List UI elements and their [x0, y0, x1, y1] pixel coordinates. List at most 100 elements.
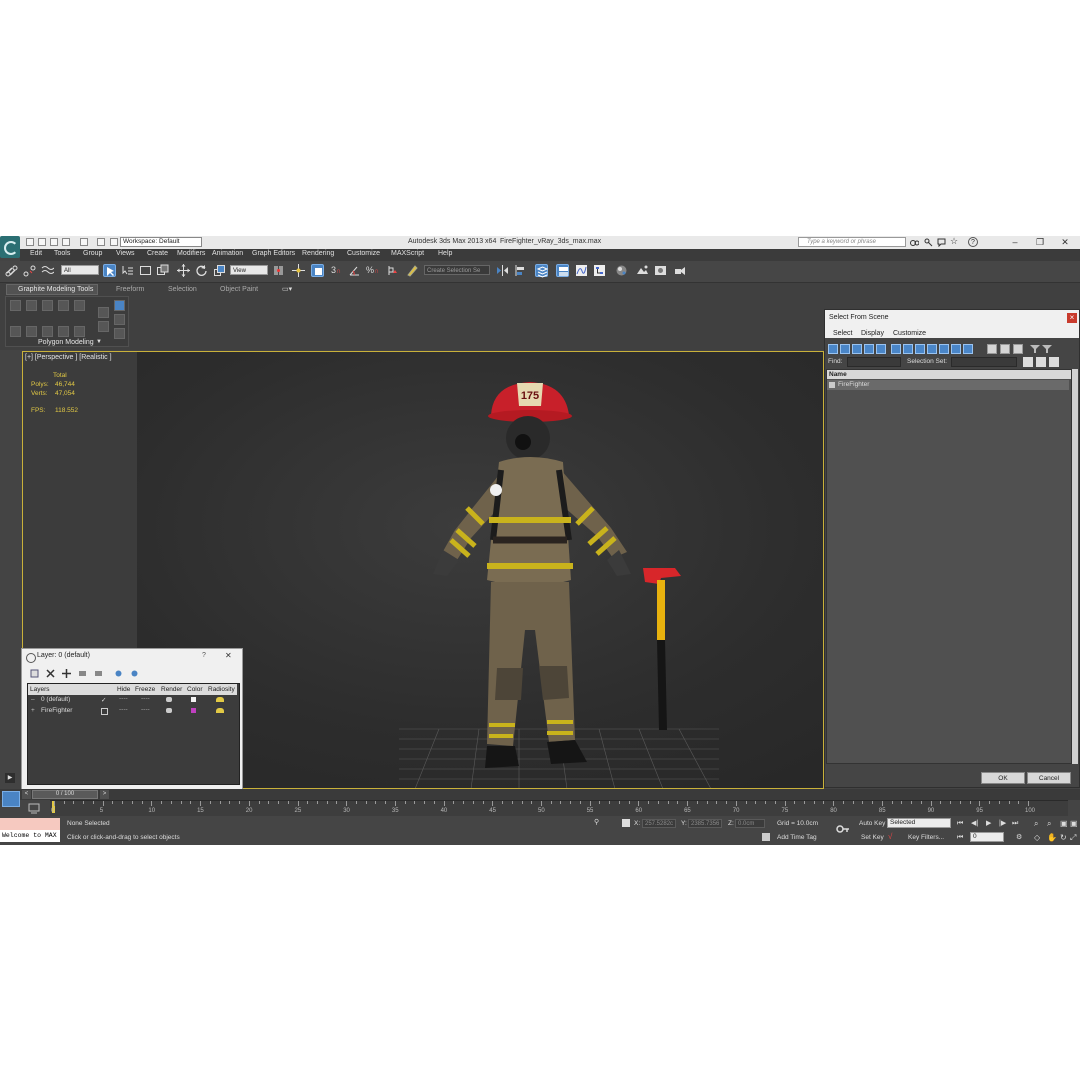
communication-icon[interactable] — [937, 238, 946, 248]
prev-frame-button[interactable]: < — [22, 790, 31, 799]
open-file-icon[interactable] — [38, 238, 46, 246]
hide-toggle[interactable]: ---- — [119, 695, 128, 702]
freeze-all-layers-icon[interactable] — [130, 669, 139, 678]
orbit-icon[interactable]: ↻ — [1060, 833, 1069, 842]
ribbon-tool-icon[interactable] — [26, 300, 37, 311]
maxscript-mini-listener[interactable]: Welcome to MAX — [0, 830, 60, 842]
pivot-center-icon[interactable] — [272, 264, 285, 277]
track-bar-icon[interactable] — [28, 802, 40, 814]
move-icon[interactable] — [177, 264, 190, 277]
filter-funnel-icon[interactable] — [1042, 344, 1052, 354]
freeze-toggle[interactable]: ---- — [141, 706, 150, 713]
minimize-button[interactable]: – — [1004, 236, 1026, 249]
window-crossing-icon[interactable] — [156, 264, 169, 277]
filter-frozen-icon[interactable] — [951, 344, 961, 354]
ribbon-tool-icon[interactable] — [114, 300, 125, 311]
filter-spacewarps-icon[interactable] — [891, 344, 901, 354]
go-to-end-icon[interactable]: ⏭ — [1012, 819, 1021, 828]
menu-customize[interactable]: Customize — [893, 330, 926, 337]
ribbon-tool-icon[interactable] — [98, 321, 109, 332]
key-mode-dropdown[interactable]: Selected — [887, 818, 951, 828]
ribbon-options-icon[interactable]: ▭▾ — [282, 286, 294, 293]
menu-maxscript[interactable]: MAXScript — [391, 250, 424, 257]
filter-groups-icon[interactable] — [903, 344, 913, 354]
key-filter-icon[interactable]: √ — [888, 832, 898, 842]
filter-geometry-icon[interactable] — [828, 344, 838, 354]
x-coordinate-field[interactable]: 257.5282c — [642, 819, 676, 828]
menu-rendering[interactable]: Rendering — [302, 250, 334, 257]
render-teapot-icon[interactable] — [166, 708, 172, 713]
ribbon-tool-icon[interactable] — [26, 326, 37, 337]
filter-hidden-icon[interactable] — [963, 344, 973, 354]
ok-button[interactable]: OK — [981, 772, 1025, 784]
render-teapot-icon[interactable] — [166, 697, 172, 702]
list-item[interactable]: FireFighter — [827, 380, 1069, 390]
tab-freeform[interactable]: Freeform — [116, 286, 144, 293]
filter-cameras-icon[interactable] — [864, 344, 874, 354]
column-radiosity[interactable]: Radiosity — [208, 686, 235, 693]
favorites-star-icon[interactable]: ☆ — [950, 237, 959, 246]
set-key-icon[interactable] — [836, 822, 850, 836]
scrollbar[interactable] — [1072, 369, 1078, 764]
next-frame-icon[interactable]: |▶ — [999, 819, 1008, 828]
filter-shapes-icon[interactable] — [840, 344, 850, 354]
key-mode-toggle-icon[interactable]: ⏮ — [957, 833, 966, 842]
zoom-icon[interactable]: ⌕ — [1034, 819, 1043, 828]
ribbon-tool-icon[interactable] — [98, 307, 109, 318]
select-none-icon[interactable] — [1000, 344, 1010, 354]
ribbon-tool-icon[interactable] — [10, 300, 21, 311]
ribbon-tool-icon[interactable] — [74, 300, 85, 311]
named-selection-set-dropdown[interactable]: Create Selection Se — [424, 265, 490, 275]
polygon-modeling-label[interactable]: Polygon Modeling — [38, 339, 94, 346]
filter-bones-icon[interactable] — [927, 344, 937, 354]
close-window-button[interactable]: ✕ — [1054, 236, 1076, 249]
save-file-icon[interactable] — [50, 238, 58, 246]
project-folder-icon[interactable] — [97, 238, 105, 246]
material-editor-icon[interactable] — [615, 264, 628, 277]
layer-manager-icon[interactable] — [535, 264, 549, 278]
selection-set-tool-icon[interactable] — [1036, 357, 1046, 367]
name-column-header[interactable]: Name — [827, 370, 1071, 379]
ribbon-tool-icon[interactable] — [114, 314, 125, 325]
table-row[interactable]: – 0 (default) ✓ ---- ---- — [27, 695, 238, 705]
absolute-mode-icon[interactable] — [622, 819, 630, 827]
bind-space-warp-icon[interactable] — [41, 264, 55, 277]
freeze-toggle[interactable]: ---- — [141, 695, 150, 702]
active-layer-check[interactable]: ✓ — [101, 696, 106, 704]
percent-snap-icon[interactable]: %∩ — [366, 264, 379, 277]
rendered-frame-window-icon[interactable] — [654, 264, 667, 277]
tab-graphite-modeling-tools[interactable]: Graphite Modeling Tools — [18, 286, 93, 293]
selection-filter-dropdown[interactable]: All — [61, 265, 99, 275]
schematic-view-icon[interactable] — [593, 264, 606, 277]
time-tag-icon[interactable] — [762, 833, 770, 841]
radiosity-icon[interactable] — [216, 708, 224, 713]
play-icon[interactable]: ▶ — [986, 819, 995, 828]
ribbon-tool-icon[interactable] — [74, 326, 85, 337]
menu-help[interactable]: Help — [438, 250, 452, 257]
viewport-label[interactable]: [+] [Perspective ] [Realistic ] — [25, 354, 112, 361]
pan-view-icon[interactable]: ✋ — [1047, 833, 1057, 842]
rotate-icon[interactable] — [195, 264, 208, 277]
maximize-viewport-icon[interactable]: ⤢ — [1070, 833, 1079, 842]
menu-display[interactable]: Display — [861, 330, 884, 337]
delete-layer-icon[interactable] — [46, 669, 55, 678]
go-to-start-icon[interactable]: ⏮ — [957, 819, 966, 828]
filter-funnel-icon[interactable] — [1030, 344, 1040, 354]
current-frame-field[interactable]: 0 — [970, 832, 1004, 842]
table-row[interactable]: + FireFighter ---- ---- — [27, 706, 238, 716]
add-time-tag[interactable]: Add Time Tag — [777, 834, 817, 841]
key-filters-button[interactable]: Key Filters... — [908, 834, 944, 841]
firefighter-model[interactable]: 175 — [375, 370, 695, 780]
menu-group[interactable]: Group — [83, 250, 102, 257]
menu-tools[interactable]: Tools — [54, 250, 70, 257]
hide-all-layers-icon[interactable] — [114, 669, 123, 678]
app-logo-icon[interactable] — [0, 236, 20, 258]
filter-helpers-icon[interactable] — [876, 344, 886, 354]
menu-animation[interactable]: Animation — [212, 250, 243, 257]
create-layer-icon[interactable] — [30, 669, 39, 678]
ribbon-tool-icon[interactable] — [114, 328, 125, 339]
menu-graph-editors[interactable]: Graph Editors — [252, 250, 295, 257]
selection-set-input[interactable] — [951, 357, 1017, 367]
zoom-extents-icon[interactable]: ▣ — [1060, 819, 1069, 828]
ribbon-tool-icon[interactable] — [58, 300, 69, 311]
